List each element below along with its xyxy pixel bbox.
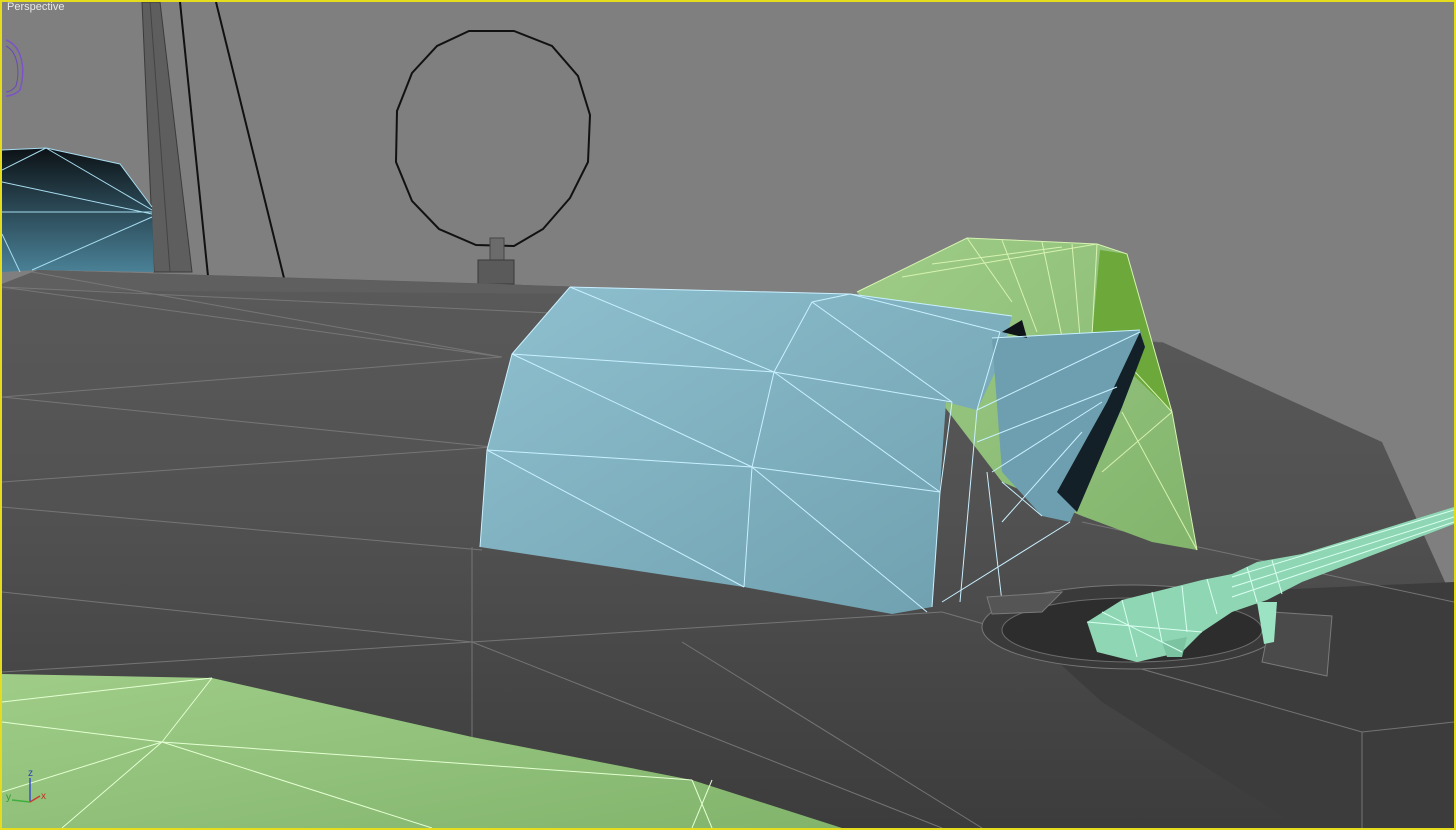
axis-z-label: z	[28, 768, 33, 779]
axis-y-label: y	[6, 792, 11, 803]
perspective-viewport[interactable]: Perspective z x y	[0, 0, 1456, 830]
viewport-label[interactable]: Perspective	[7, 2, 64, 13]
left-canopy-fragment[interactable]	[2, 147, 154, 273]
radio-mast[interactable]	[141, 2, 285, 279]
axis-tripod-icon: z x y	[6, 768, 46, 803]
selection-ring-icon	[5, 39, 24, 97]
axis-x-label: x	[41, 791, 46, 802]
direction-finder-loop[interactable]	[394, 30, 592, 285]
scene-render[interactable]	[2, 2, 1454, 828]
